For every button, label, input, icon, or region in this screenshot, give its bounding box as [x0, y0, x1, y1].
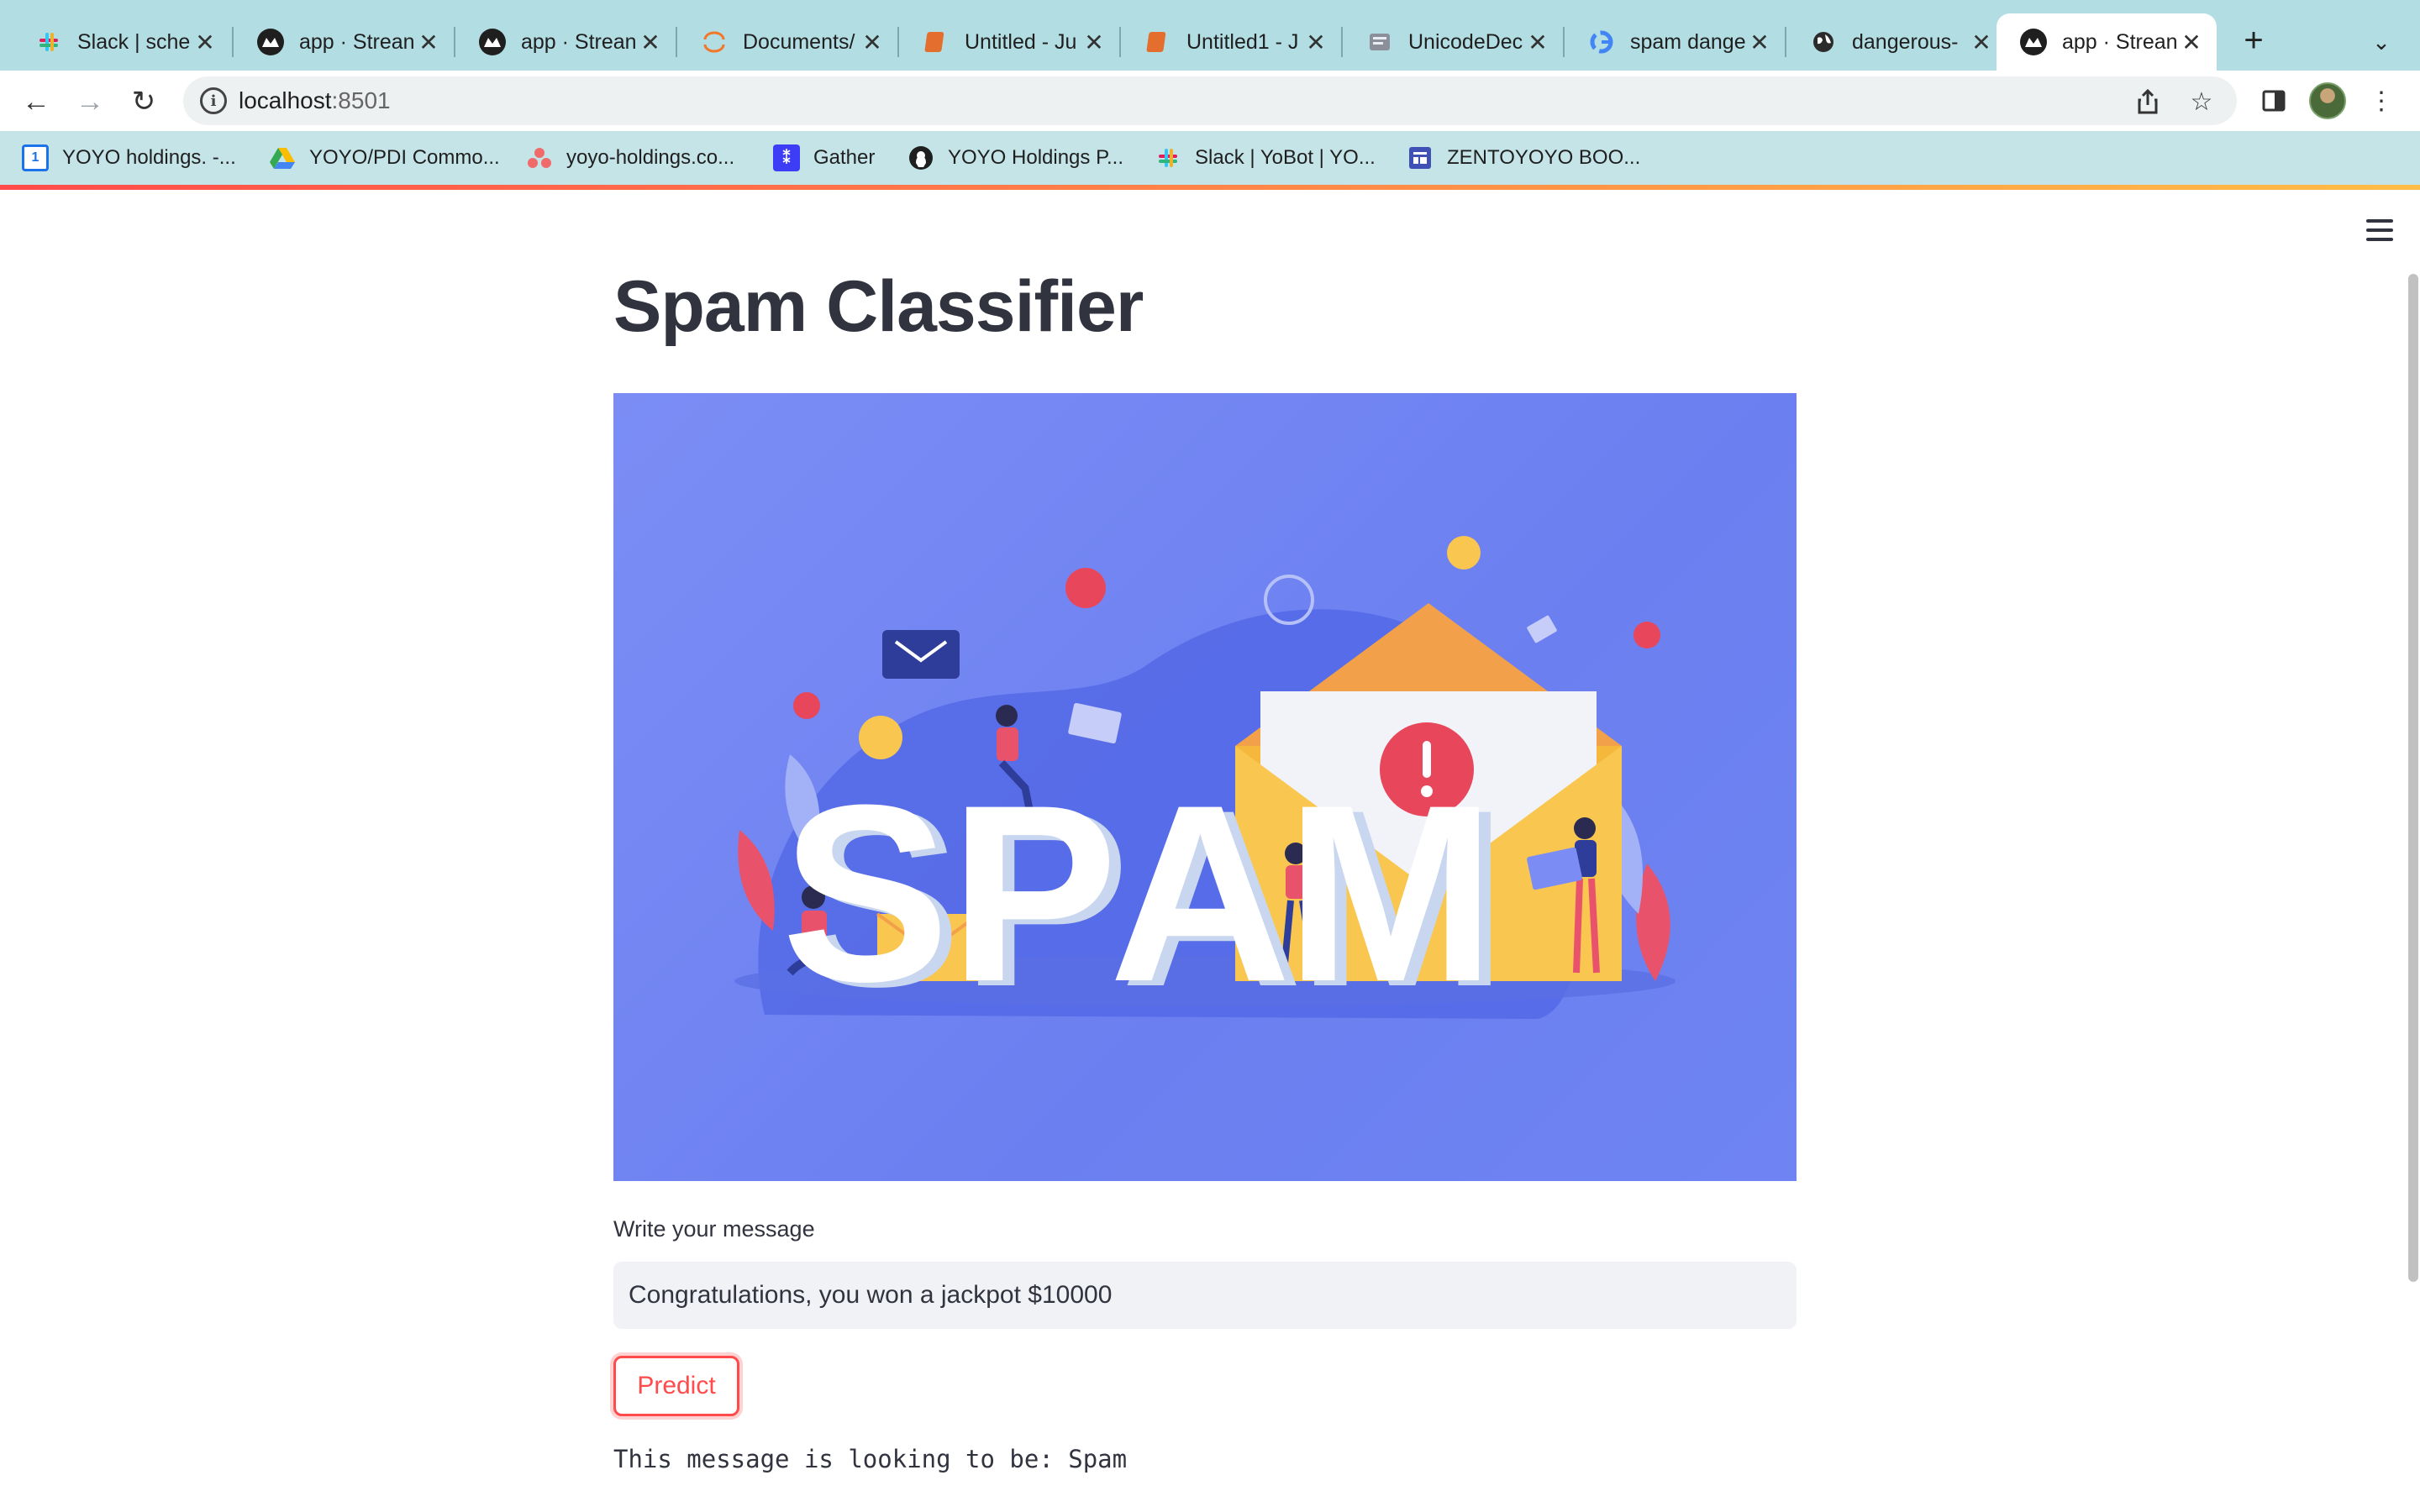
bookmark-item[interactable]: yoyo-holdings.co...	[526, 143, 734, 173]
slack-icon	[35, 29, 62, 55]
asana-icon	[526, 144, 553, 171]
tab-title: dangerous-	[1852, 29, 1959, 54]
hero-letter: P	[950, 752, 1118, 1034]
tab-streamlit-app[interactable]: app · Strean ✕	[455, 13, 676, 71]
bookmark-label: Gather	[813, 146, 876, 169]
close-icon[interactable]: ✕	[415, 29, 442, 55]
bookmark-item[interactable]: YOYO Holdings P...	[908, 143, 1123, 173]
close-icon[interactable]: ✕	[2178, 29, 2205, 55]
google-drive-icon	[269, 144, 296, 171]
python-docs-icon	[1366, 29, 1393, 55]
tab-notebook-untitled1[interactable]: Untitled1 - J ✕	[1121, 13, 1341, 71]
share-icon[interactable]	[2131, 85, 2165, 118]
scrollbar-thumb[interactable]	[2408, 274, 2418, 1282]
github-icon	[908, 144, 934, 171]
tab-title: app · Strean	[521, 29, 637, 54]
tab-dangerous[interactable]: dangerous- ✕	[1786, 13, 2007, 71]
google-icon	[1588, 29, 1615, 55]
hero-letter: M	[1286, 752, 1496, 1034]
bookmark-label: YOYO holdings. -...	[62, 146, 236, 169]
chevron-down-icon[interactable]: ⌄	[2363, 24, 2400, 60]
close-icon[interactable]: ✕	[637, 29, 664, 55]
calendar-icon: 1	[22, 144, 49, 171]
page-title: Spam Classifier	[613, 266, 1144, 347]
predict-button[interactable]: Predict	[613, 1356, 739, 1416]
tab-title: Untitled1 - J	[1186, 29, 1299, 54]
prediction-result: This message is looking to be: Spam	[613, 1445, 1128, 1473]
tab-title: app · Strean	[299, 29, 415, 54]
url-host: localhost	[239, 87, 332, 113]
bookmark-label: YOYO/PDI Commo...	[309, 146, 500, 169]
streamlit-decoration-bar	[0, 185, 2420, 190]
forward-icon[interactable]: →	[71, 82, 109, 121]
tab-title: Untitled - Ju	[965, 29, 1077, 54]
side-panel-icon[interactable]	[2255, 82, 2292, 119]
bookmark-label: yoyo-holdings.co...	[566, 146, 735, 169]
bookmark-item[interactable]: YOYO/PDI Commo...	[269, 143, 500, 173]
tab-title: Slack | sche	[77, 29, 191, 54]
hero-letter: S	[781, 752, 950, 1034]
notebook-icon	[1144, 29, 1171, 55]
address-bar[interactable]: i localhost:8501 ☆	[183, 76, 2237, 125]
bookmark-item[interactable]: ⁑ Gather	[773, 143, 875, 173]
globe-icon	[1810, 29, 1837, 55]
browser-toolbar: ← → ↻ i localhost:8501 ☆ ⋮	[0, 71, 2420, 131]
streamlit-icon	[2020, 29, 2047, 55]
bookmark-item[interactable]: ZENTOYOYO BOO...	[1407, 143, 1640, 173]
close-icon[interactable]: ✕	[192, 29, 218, 55]
jupyter-icon	[701, 29, 728, 55]
star-icon[interactable]: ☆	[2185, 85, 2218, 118]
streamlit-icon	[257, 29, 284, 55]
bookmarks-bar: 1 YOYO holdings. -... YOYO/PDI Commo... …	[0, 131, 2420, 185]
gather-icon: ⁑	[773, 144, 800, 171]
bookmark-label: YOYO Holdings P...	[948, 146, 1123, 169]
hamburger-menu-icon[interactable]	[2361, 212, 2398, 249]
tab-streamlit-app[interactable]: app · Strean ✕	[234, 13, 454, 71]
tab-title: Documents/	[743, 29, 855, 54]
tab-streamlit-app-active[interactable]: app · Strean ✕	[1996, 13, 2217, 71]
tab-jupyter-documents[interactable]: Documents/ ✕	[677, 13, 897, 71]
spam-hero-illustration: S P A M	[613, 393, 1797, 1181]
info-icon[interactable]: i	[200, 87, 227, 114]
close-icon[interactable]: ✕	[859, 29, 886, 55]
message-input[interactable]	[613, 1262, 1797, 1329]
forms-icon	[1407, 144, 1434, 171]
close-icon[interactable]: ✕	[1081, 29, 1107, 55]
tab-slack[interactable]: Slack | sche ✕	[12, 13, 230, 71]
streamlit-icon	[479, 29, 506, 55]
notebook-icon	[923, 29, 950, 55]
tab-unicode-decode[interactable]: UnicodeDec ✕	[1343, 13, 1563, 71]
new-tab-icon[interactable]: +	[2235, 22, 2272, 59]
tab-notebook-untitled[interactable]: Untitled - Ju ✕	[899, 13, 1119, 71]
tab-title: app · Strean	[2062, 29, 2178, 54]
bookmark-item[interactable]: 1 YOYO holdings. -...	[22, 143, 236, 173]
close-icon[interactable]: ✕	[1524, 29, 1551, 55]
slack-icon	[1155, 144, 1181, 171]
back-icon[interactable]: ←	[17, 82, 55, 121]
profile-avatar[interactable]	[2309, 82, 2346, 119]
close-icon[interactable]: ✕	[1968, 29, 1995, 55]
close-icon[interactable]: ✕	[1302, 29, 1329, 55]
bookmark-item[interactable]: Slack | YoBot | YO...	[1155, 143, 1376, 173]
more-menu-icon[interactable]: ⋮	[2363, 82, 2400, 119]
close-icon[interactable]: ✕	[1746, 29, 1773, 55]
url-text[interactable]: localhost:8501	[239, 87, 391, 114]
hero-letter: A	[1109, 752, 1292, 1034]
bookmark-label: Slack | YoBot | YO...	[1195, 146, 1376, 169]
url-port: :8501	[331, 87, 391, 113]
message-input-label: Write your message	[613, 1216, 815, 1242]
tab-strip: Slack | sche ✕ app · Strean ✕ app · Stre…	[0, 0, 2420, 71]
tab-title: UnicodeDec	[1408, 29, 1523, 54]
bookmark-label: ZENTOYOYO BOO...	[1447, 146, 1641, 169]
tab-title: spam dange	[1630, 29, 1746, 54]
tab-google-search[interactable]: spam dange ✕	[1565, 13, 1785, 71]
alert-icon	[1421, 741, 1433, 797]
reload-icon[interactable]: ↻	[124, 82, 163, 121]
